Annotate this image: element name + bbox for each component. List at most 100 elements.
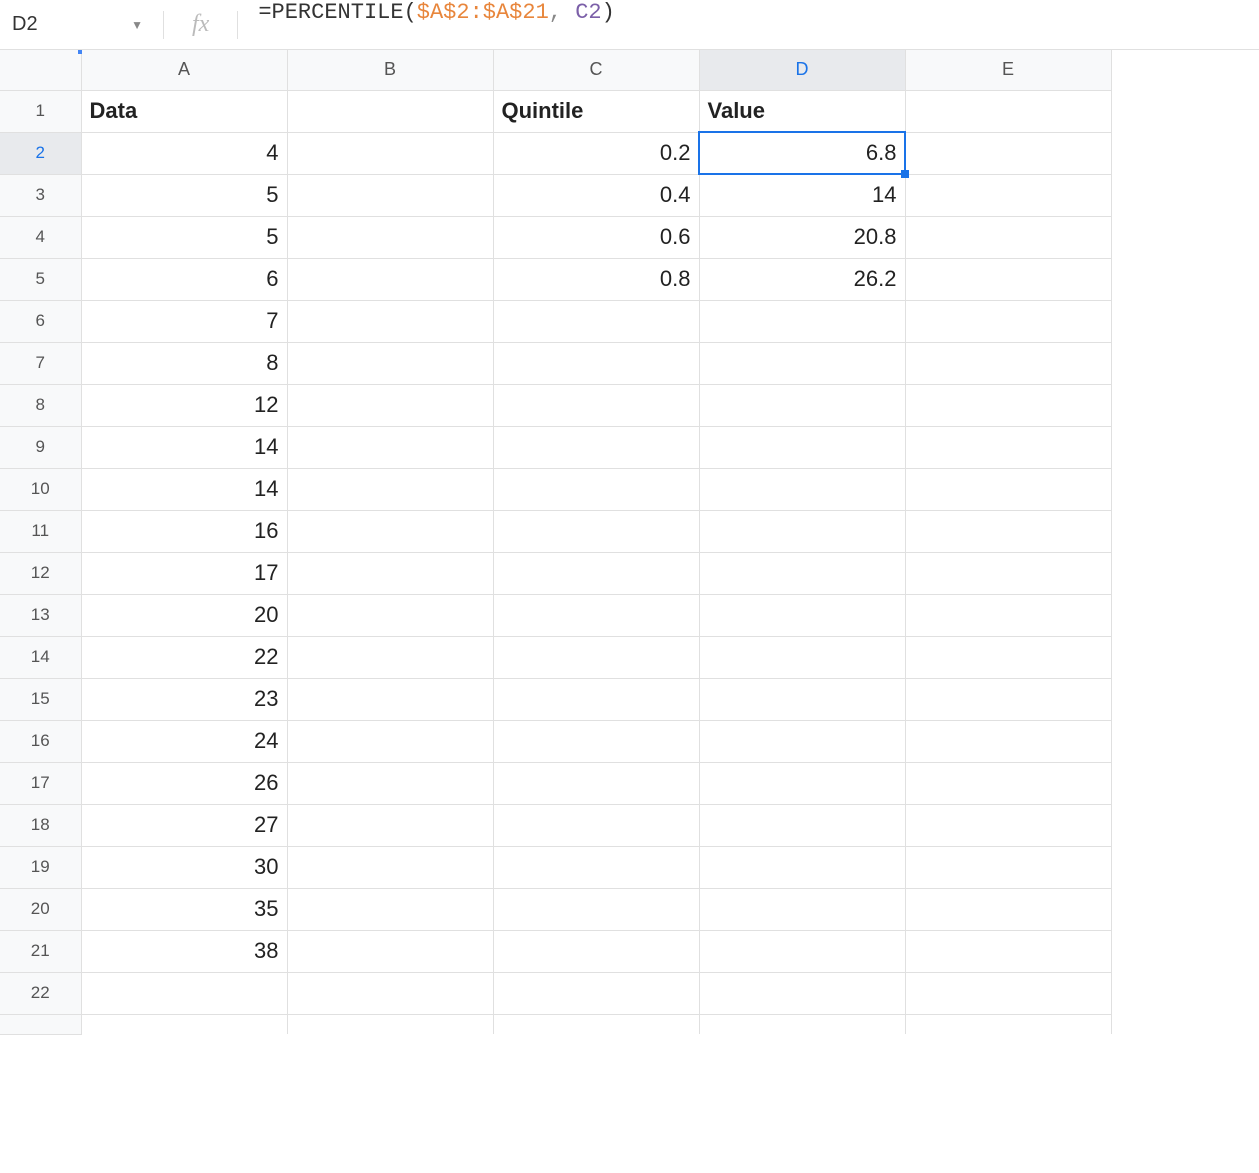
row-header-1[interactable]: 1 xyxy=(0,90,81,132)
cell-A4[interactable]: 5 xyxy=(81,216,287,258)
cell-B7[interactable] xyxy=(287,342,493,384)
cell-B13[interactable] xyxy=(287,594,493,636)
cell-E17[interactable] xyxy=(905,762,1111,804)
cell-D20[interactable] xyxy=(699,888,905,930)
cell-D6[interactable] xyxy=(699,300,905,342)
cell-C17[interactable] xyxy=(493,762,699,804)
cell-D12[interactable] xyxy=(699,552,905,594)
column-header-E[interactable]: E xyxy=(905,50,1111,90)
cell-B14[interactable] xyxy=(287,636,493,678)
cell-D1[interactable]: Value xyxy=(699,90,905,132)
cell-E20[interactable] xyxy=(905,888,1111,930)
cell-A13[interactable]: 20 xyxy=(81,594,287,636)
cell-C22[interactable] xyxy=(493,972,699,1014)
cell-D14[interactable] xyxy=(699,636,905,678)
cell-E9[interactable] xyxy=(905,426,1111,468)
name-box-dropdown-icon[interactable]: ▼ xyxy=(131,18,143,32)
cell-E11[interactable] xyxy=(905,510,1111,552)
name-box[interactable]: D2 ▼ xyxy=(0,0,155,49)
cell-D10[interactable] xyxy=(699,468,905,510)
cell-A6[interactable]: 7 xyxy=(81,300,287,342)
cell-B10[interactable] xyxy=(287,468,493,510)
cell-D3[interactable]: 14 xyxy=(699,174,905,216)
cell-C21[interactable] xyxy=(493,930,699,972)
cell-D13[interactable] xyxy=(699,594,905,636)
cell-D9[interactable] xyxy=(699,426,905,468)
cell-A22[interactable] xyxy=(81,972,287,1014)
cell-B17[interactable] xyxy=(287,762,493,804)
cell-B9[interactable] xyxy=(287,426,493,468)
cell-E10[interactable] xyxy=(905,468,1111,510)
row-header-8[interactable]: 8 xyxy=(0,384,81,426)
row-header-6[interactable]: 6 xyxy=(0,300,81,342)
cell-D4[interactable]: 20.8 xyxy=(699,216,905,258)
cell-E8[interactable] xyxy=(905,384,1111,426)
cell-E18[interactable] xyxy=(905,804,1111,846)
cell-C13[interactable] xyxy=(493,594,699,636)
select-all-corner[interactable] xyxy=(0,50,81,90)
cell-D17[interactable] xyxy=(699,762,905,804)
cell-E1[interactable] xyxy=(905,90,1111,132)
cell-A14[interactable]: 22 xyxy=(81,636,287,678)
cell-C16[interactable] xyxy=(493,720,699,762)
cell-E21[interactable] xyxy=(905,930,1111,972)
row-header-16[interactable]: 16 xyxy=(0,720,81,762)
cell-C12[interactable] xyxy=(493,552,699,594)
cell-A1[interactable]: Data xyxy=(81,90,287,132)
row-header-11[interactable]: 11 xyxy=(0,510,81,552)
cell-D21[interactable] xyxy=(699,930,905,972)
cell-E13[interactable] xyxy=(905,594,1111,636)
cell-E12[interactable] xyxy=(905,552,1111,594)
cell-A21[interactable]: 38 xyxy=(81,930,287,972)
cell-B16[interactable] xyxy=(287,720,493,762)
cell-C8[interactable] xyxy=(493,384,699,426)
cell-E2[interactable] xyxy=(905,132,1111,174)
cell-C15[interactable] xyxy=(493,678,699,720)
cell-D15[interactable] xyxy=(699,678,905,720)
cell-C6[interactable] xyxy=(493,300,699,342)
row-header-21[interactable]: 21 xyxy=(0,930,81,972)
cell-E7[interactable] xyxy=(905,342,1111,384)
cell-A5[interactable]: 6 xyxy=(81,258,287,300)
cell-C4[interactable]: 0.6 xyxy=(493,216,699,258)
cell-D23[interactable] xyxy=(699,1014,905,1034)
cell-C23[interactable] xyxy=(493,1014,699,1034)
row-header-4[interactable]: 4 xyxy=(0,216,81,258)
cell-B19[interactable] xyxy=(287,846,493,888)
formula-input[interactable]: =PERCENTILE($A$2:$A$21, C2) xyxy=(246,0,1259,49)
fill-handle[interactable] xyxy=(901,170,909,178)
column-header-D[interactable]: D xyxy=(699,50,905,90)
cell-A23[interactable] xyxy=(81,1014,287,1034)
cell-A12[interactable]: 17 xyxy=(81,552,287,594)
cell-A19[interactable]: 30 xyxy=(81,846,287,888)
row-header-19[interactable]: 19 xyxy=(0,846,81,888)
cell-A20[interactable]: 35 xyxy=(81,888,287,930)
cell-C20[interactable] xyxy=(493,888,699,930)
row-header-5[interactable]: 5 xyxy=(0,258,81,300)
cell-B6[interactable] xyxy=(287,300,493,342)
cell-A8[interactable]: 12 xyxy=(81,384,287,426)
cell-E22[interactable] xyxy=(905,972,1111,1014)
cell-B23[interactable] xyxy=(287,1014,493,1034)
row-header-20[interactable]: 20 xyxy=(0,888,81,930)
row-header-18[interactable]: 18 xyxy=(0,804,81,846)
cell-B8[interactable] xyxy=(287,384,493,426)
cell-E5[interactable] xyxy=(905,258,1111,300)
row-header-2[interactable]: 2 xyxy=(0,132,81,174)
cell-D18[interactable] xyxy=(699,804,905,846)
cell-E4[interactable] xyxy=(905,216,1111,258)
cell-C10[interactable] xyxy=(493,468,699,510)
cell-A10[interactable]: 14 xyxy=(81,468,287,510)
row-header-12[interactable]: 12 xyxy=(0,552,81,594)
cell-D2[interactable]: 6.8 xyxy=(699,132,905,174)
cell-A9[interactable]: 14 xyxy=(81,426,287,468)
cell-B12[interactable] xyxy=(287,552,493,594)
cell-C3[interactable]: 0.4 xyxy=(493,174,699,216)
cell-C9[interactable] xyxy=(493,426,699,468)
cell-E15[interactable] xyxy=(905,678,1111,720)
row-header-9[interactable]: 9 xyxy=(0,426,81,468)
row-header-17[interactable]: 17 xyxy=(0,762,81,804)
cell-A17[interactable]: 26 xyxy=(81,762,287,804)
column-header-C[interactable]: C xyxy=(493,50,699,90)
cell-E6[interactable] xyxy=(905,300,1111,342)
